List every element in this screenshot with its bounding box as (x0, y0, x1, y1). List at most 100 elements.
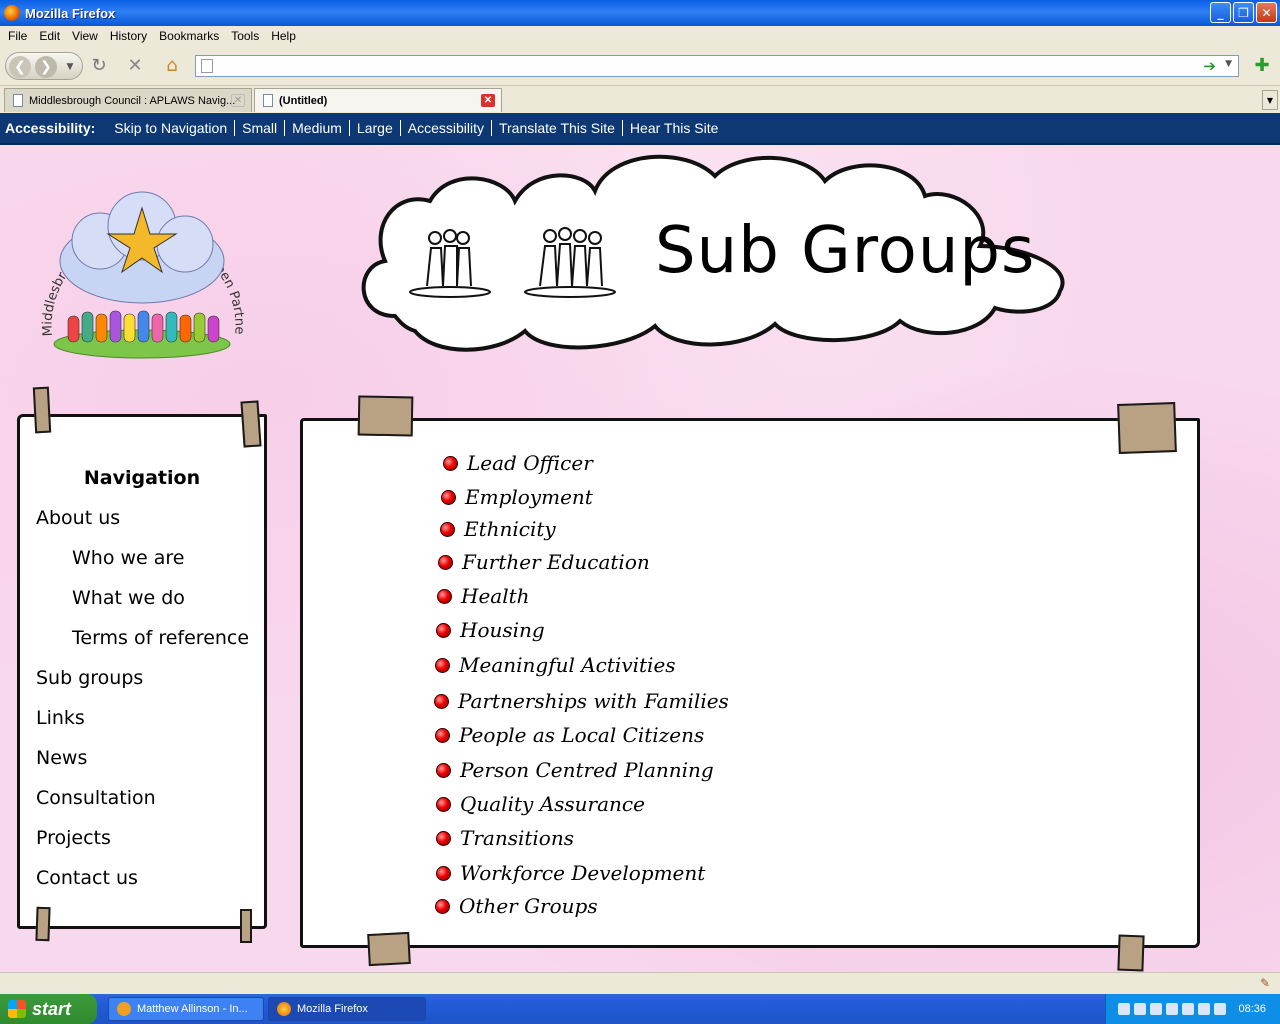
close-icon[interactable]: ✕ (1256, 2, 1277, 23)
group-link[interactable]: Employment (441, 485, 593, 509)
start-button[interactable]: start (0, 994, 97, 1024)
group-link[interactable]: Further Education (438, 550, 650, 574)
go-arrow-icon[interactable]: ➔ (1203, 57, 1216, 75)
clock[interactable]: 08:36 (1238, 1003, 1266, 1015)
nav-who-we-are[interactable]: Who we are (72, 547, 185, 569)
sub-groups-panel: Lead Officer Employment Ethnicity Furthe… (300, 395, 1200, 972)
group-link[interactable]: Workforce Development (436, 861, 705, 885)
volume-icon[interactable] (1198, 1003, 1211, 1015)
history-dropdown-icon[interactable]: ▼ (62, 56, 78, 78)
tray-icon[interactable] (1134, 1003, 1147, 1015)
forward-icon[interactable]: ❯ (35, 56, 57, 78)
url-dropdown-icon[interactable]: ▼ (1225, 59, 1232, 69)
reload-icon[interactable]: ↻ (88, 52, 110, 78)
restore-icon[interactable]: ❐ (1233, 2, 1254, 23)
status-icon[interactable]: ✎ (1260, 976, 1274, 990)
tab-untitled[interactable]: (Untitled) ✕ (254, 88, 502, 112)
nav-contact-us[interactable]: Contact us (36, 867, 138, 889)
tape-decoration (1117, 934, 1145, 972)
large-text-link[interactable]: Large (348, 120, 400, 136)
menu-edit[interactable]: Edit (33, 29, 66, 43)
group-link[interactable]: Health (437, 584, 530, 608)
nav-consultation[interactable]: Consultation (36, 787, 156, 809)
windows-taskbar: start Matthew Allinson - In... Mozilla F… (0, 994, 1280, 1024)
accessibility-bar: Accessibility: Skip to Navigation Small … (0, 113, 1280, 145)
taskbar-item-matthew[interactable]: Matthew Allinson - In... (108, 997, 264, 1021)
group-link[interactable]: Transitions (436, 826, 574, 850)
group-link[interactable]: Person Centred Planning (436, 758, 714, 782)
page-icon (263, 94, 273, 107)
tab-list-icon[interactable]: ▼ (1262, 90, 1278, 110)
menu-file[interactable]: File (2, 29, 33, 43)
accessibility-link[interactable]: Accessibility (399, 120, 491, 136)
url-bar[interactable]: ➔ ▼ (195, 55, 1239, 77)
bullet-icon (436, 796, 451, 812)
small-text-link[interactable]: Small (234, 120, 284, 136)
network-icon[interactable] (1214, 1003, 1227, 1015)
tape-decoration (240, 400, 262, 448)
group-link[interactable]: Other Groups (435, 894, 598, 918)
windows-flag-icon (8, 1000, 26, 1018)
page-banner: Sub Groups (355, 146, 1070, 366)
tape-decoration (240, 909, 252, 943)
bullet-icon (436, 622, 451, 638)
group-link[interactable]: Quality Assurance (436, 792, 645, 816)
messenger-icon (117, 1002, 131, 1016)
bullet-icon (438, 554, 453, 570)
minimize-icon[interactable]: _ (1210, 2, 1231, 23)
nav-about-us[interactable]: About us (36, 507, 120, 529)
bullet-icon (437, 588, 452, 604)
tab-label: (Untitled) (279, 94, 328, 107)
partnership-board-logo[interactable]: Middlesbrough Learning Disability Open P… (30, 166, 255, 366)
hear-site-link[interactable]: Hear This Site (621, 120, 725, 136)
nav-sub-groups[interactable]: Sub groups (36, 667, 143, 689)
bullet-icon (435, 657, 450, 673)
bullet-icon (435, 727, 450, 743)
group-link[interactable]: Lead Officer (443, 451, 593, 475)
menu-history[interactable]: History (104, 29, 153, 43)
taskbar-item-firefox[interactable]: Mozilla Firefox (268, 997, 426, 1021)
nav-links[interactable]: Links (36, 707, 85, 729)
nav-terms-of-reference[interactable]: Terms of reference (72, 627, 249, 649)
menu-view[interactable]: View (66, 29, 104, 43)
navigation-panel: Navigation About us Who we are What we d… (17, 386, 267, 943)
group-link[interactable]: Partnerships with Families (434, 689, 729, 713)
medium-text-link[interactable]: Medium (284, 120, 349, 136)
bullet-icon (435, 898, 450, 914)
tray-icon[interactable] (1166, 1003, 1179, 1015)
group-link[interactable]: Meaningful Activities (435, 653, 676, 677)
status-bar: ✎ (0, 972, 1280, 994)
group-link[interactable]: Ethnicity (440, 517, 556, 541)
menu-help[interactable]: Help (265, 29, 302, 43)
bullet-icon (436, 762, 451, 778)
home-icon[interactable]: ⌂ (160, 52, 184, 78)
bullet-icon (436, 830, 451, 846)
nav-news[interactable]: News (36, 747, 87, 769)
stop-icon[interactable]: ✕ (124, 52, 146, 78)
tab-close-icon[interactable]: ✕ (481, 94, 495, 107)
menu-tools[interactable]: Tools (225, 29, 265, 43)
new-tab-icon[interactable]: ✚ (1250, 52, 1274, 78)
back-icon[interactable]: ❮ (9, 56, 31, 78)
accessibility-label: Accessibility: (5, 120, 96, 136)
system-tray: 08:36 (1105, 994, 1280, 1024)
firefox-icon (4, 5, 20, 21)
navigation-heading: Navigation (83, 467, 201, 489)
group-link[interactable]: People as Local Citizens (435, 723, 704, 747)
menu-bookmarks[interactable]: Bookmarks (153, 29, 225, 43)
tray-icon[interactable] (1182, 1003, 1195, 1015)
skip-to-navigation-link[interactable]: Skip to Navigation (107, 120, 234, 136)
tray-icon[interactable] (1150, 1003, 1163, 1015)
bullet-icon (443, 455, 458, 471)
nav-projects[interactable]: Projects (36, 827, 111, 849)
tray-expand-icon[interactable] (1118, 1003, 1131, 1015)
tab-close-icon[interactable]: ✕ (231, 94, 245, 107)
firefox-icon (277, 1002, 291, 1016)
tab-middlesbrough[interactable]: Middlesbrough Council : APLAWS Navig... … (4, 88, 252, 112)
group-link[interactable]: Housing (436, 618, 545, 642)
bullet-icon (440, 521, 455, 537)
translate-link[interactable]: Translate This Site (490, 120, 622, 136)
window-titlebar[interactable]: Mozilla Firefox _ ❐ ✕ (0, 0, 1280, 26)
tab-label: Middlesbrough Council : APLAWS Navig... (29, 94, 236, 107)
nav-what-we-do[interactable]: What we do (72, 587, 185, 609)
